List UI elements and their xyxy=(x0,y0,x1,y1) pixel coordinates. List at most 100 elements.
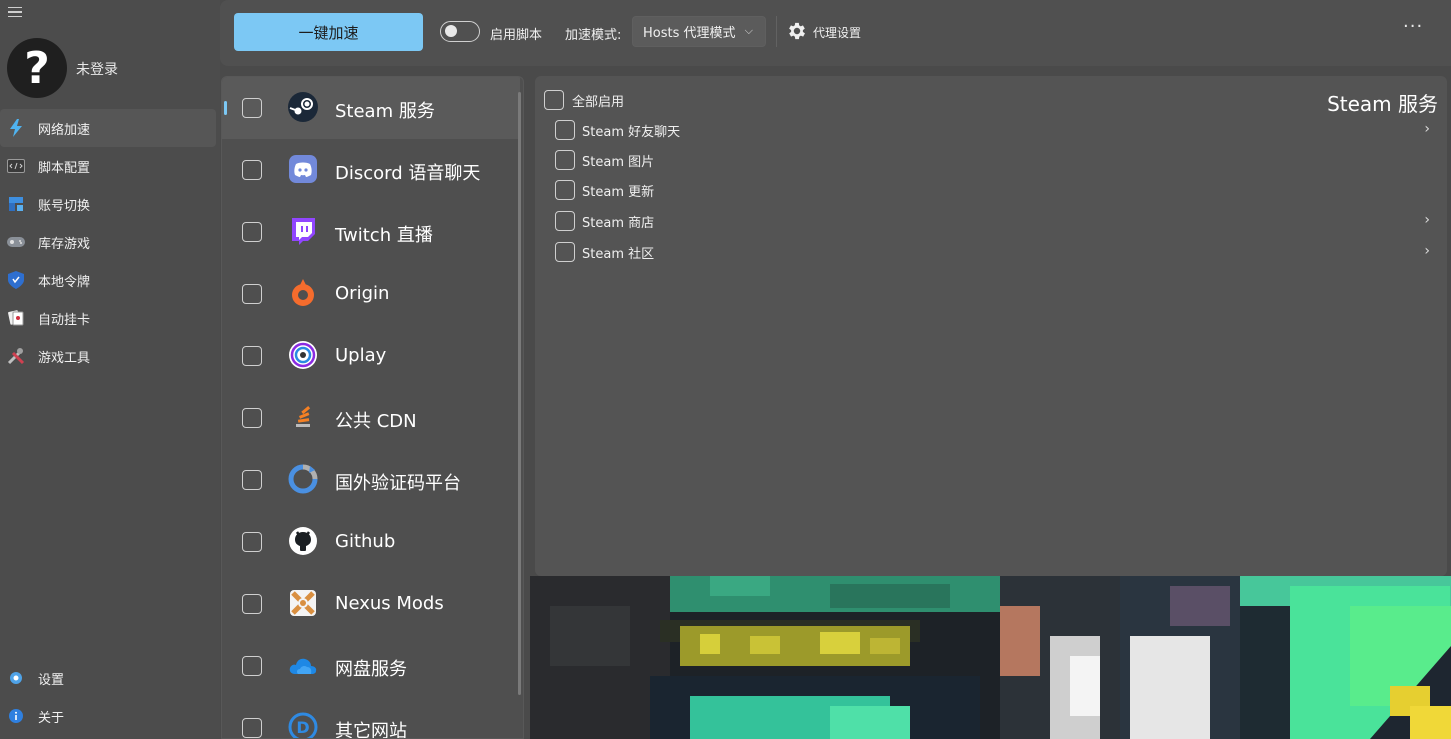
proxy-settings-button[interactable]: 代理设置 xyxy=(813,24,861,41)
twitch-icon xyxy=(288,216,318,246)
sub-service-item[interactable]: Steam 图片 xyxy=(555,145,1430,175)
detail-title: Steam 服务 xyxy=(1327,92,1438,116)
service-item-origin[interactable]: Origin xyxy=(222,263,520,325)
sidebar-item-label: 自动挂卡 xyxy=(38,312,91,328)
sidebar-item-label: 账号切换 xyxy=(38,198,91,214)
sub-service-item[interactable]: Steam 商店 › xyxy=(555,206,1430,236)
service-checkbox[interactable] xyxy=(242,222,262,242)
sidebar-item-label: 关于 xyxy=(38,710,65,726)
cloud-icon xyxy=(288,650,318,680)
sub-service-item[interactable]: Steam 好友聊天 › xyxy=(555,115,1430,145)
sidebar-item-about[interactable]: 关于 xyxy=(0,697,216,735)
cdn-icon xyxy=(288,402,318,432)
accelerate-mode-value: Hosts 代理模式 xyxy=(643,26,736,41)
service-label: Twitch 直播 xyxy=(335,225,433,246)
service-item-github[interactable]: Github xyxy=(222,511,520,573)
code-window-icon xyxy=(7,157,25,175)
sidebar-item-label: 网络加速 xyxy=(38,122,91,138)
toggle-knob xyxy=(445,25,457,37)
checkbox[interactable] xyxy=(555,242,575,262)
script-toggle[interactable] xyxy=(440,21,480,42)
checkbox[interactable] xyxy=(544,90,564,110)
sidebar-item-label: 库存游戏 xyxy=(38,236,91,252)
service-label: Steam 服务 xyxy=(335,101,435,122)
service-item-other-sites[interactable]: D 其它网站 xyxy=(222,697,520,738)
avatar[interactable]: ? xyxy=(7,38,67,98)
sidebar-item-inventory-games[interactable]: 库存游戏 xyxy=(0,223,216,261)
service-label: 公共 CDN xyxy=(335,411,417,432)
nav-bottom: 设置 关于 xyxy=(0,659,220,735)
service-label: 国外验证码平台 xyxy=(335,473,461,494)
chevron-right-icon[interactable]: › xyxy=(1424,212,1430,228)
sidebar-item-label: 游戏工具 xyxy=(38,350,91,366)
service-checkbox[interactable] xyxy=(242,594,262,614)
promo-banner-image[interactable] xyxy=(530,576,1451,739)
service-checkbox[interactable] xyxy=(242,656,262,676)
active-indicator xyxy=(224,101,227,115)
enable-all-checkbox[interactable]: 全部启用 xyxy=(544,90,624,110)
accelerate-mode-select[interactable]: Hosts 代理模式 ⌵ xyxy=(632,16,766,47)
service-label: 网盘服务 xyxy=(335,659,407,680)
nav-list: 网络加速 脚本配置 账号切换 库存游戏 本地令牌 自动挂卡 游戏工具 xyxy=(0,109,220,375)
checkbox[interactable] xyxy=(555,120,575,140)
service-item-captcha[interactable]: 国外验证码平台 xyxy=(222,449,520,511)
sub-service-item[interactable]: Steam 更新 xyxy=(555,175,1430,205)
sub-service-label: Steam 好友聊天 xyxy=(582,124,681,140)
discord-icon xyxy=(288,154,318,184)
service-checkbox[interactable] xyxy=(242,284,262,304)
service-label: Origin xyxy=(335,283,390,304)
checkbox[interactable] xyxy=(555,180,575,200)
chevron-right-icon[interactable]: › xyxy=(1424,243,1430,259)
sidebar-item-settings[interactable]: 设置 xyxy=(0,659,216,697)
service-checkbox[interactable] xyxy=(242,718,262,738)
service-item-steam[interactable]: Steam 服务 xyxy=(222,77,520,139)
sidebar-item-auto-idle-cards[interactable]: 自动挂卡 xyxy=(0,299,216,337)
gamepad-icon xyxy=(7,233,25,251)
sub-service-label: Steam 商店 xyxy=(582,215,655,231)
service-checkbox[interactable] xyxy=(242,98,262,118)
service-checkbox[interactable] xyxy=(242,408,262,428)
sidebar: ? 未登录 网络加速 脚本配置 账号切换 库存游戏 本地令牌 自动挂卡 游戏工具… xyxy=(0,0,220,739)
more-options-button[interactable]: ··· xyxy=(1403,16,1423,37)
sidebar-item-label: 设置 xyxy=(38,672,65,688)
one-click-accelerate-button[interactable]: 一键加速 xyxy=(234,13,423,51)
sidebar-item-local-token[interactable]: 本地令牌 xyxy=(0,261,216,299)
sub-service-label: Steam 更新 xyxy=(582,184,655,200)
svg-text:D: D xyxy=(296,718,309,737)
uplay-icon xyxy=(288,340,318,370)
service-item-discord[interactable]: Discord 语音聊天 xyxy=(222,139,520,201)
checkbox[interactable] xyxy=(555,150,575,170)
sidebar-item-game-tools[interactable]: 游戏工具 xyxy=(0,337,216,375)
account-switch-icon xyxy=(7,195,25,213)
info-icon xyxy=(7,707,25,725)
sub-service-item[interactable]: Steam 社区 › xyxy=(555,237,1430,267)
gear-icon[interactable] xyxy=(786,20,808,42)
tools-icon xyxy=(7,347,25,365)
enable-all-label: 全部启用 xyxy=(572,94,625,110)
hamburger-menu-icon[interactable] xyxy=(8,4,26,20)
sidebar-item-network-accelerate[interactable]: 网络加速 xyxy=(0,109,216,147)
service-label: Github xyxy=(335,531,396,552)
service-checkbox[interactable] xyxy=(242,160,262,180)
chevron-right-icon[interactable]: › xyxy=(1424,121,1430,137)
service-item-nexus-mods[interactable]: Nexus Mods xyxy=(222,573,520,635)
service-item-twitch[interactable]: Twitch 直播 xyxy=(222,201,520,263)
accelerate-mode-label: 加速模式: xyxy=(565,28,622,43)
service-checkbox[interactable] xyxy=(242,470,262,490)
sidebar-item-script-config[interactable]: 脚本配置 xyxy=(0,147,216,185)
service-item-uplay[interactable]: Uplay xyxy=(222,325,520,387)
service-label: Uplay xyxy=(335,345,387,366)
service-item-public-cdn[interactable]: 公共 CDN xyxy=(222,387,520,449)
service-item-cloud-storage[interactable]: 网盘服务 xyxy=(222,635,520,697)
toolbar-divider xyxy=(776,16,777,47)
sidebar-item-account-switch[interactable]: 账号切换 xyxy=(0,185,216,223)
service-list-scrollbar[interactable] xyxy=(518,92,521,695)
chevron-down-icon: ⌵ xyxy=(744,24,753,37)
checkbox[interactable] xyxy=(555,211,575,231)
service-checkbox[interactable] xyxy=(242,532,262,552)
service-label: Discord 语音聊天 xyxy=(335,163,481,184)
gear-icon xyxy=(7,669,25,687)
username-label[interactable]: 未登录 xyxy=(76,59,118,79)
service-checkbox[interactable] xyxy=(242,346,262,366)
toolbar: 一键加速 启用脚本 加速模式: Hosts 代理模式 ⌵ 代理设置 ··· xyxy=(220,0,1451,66)
